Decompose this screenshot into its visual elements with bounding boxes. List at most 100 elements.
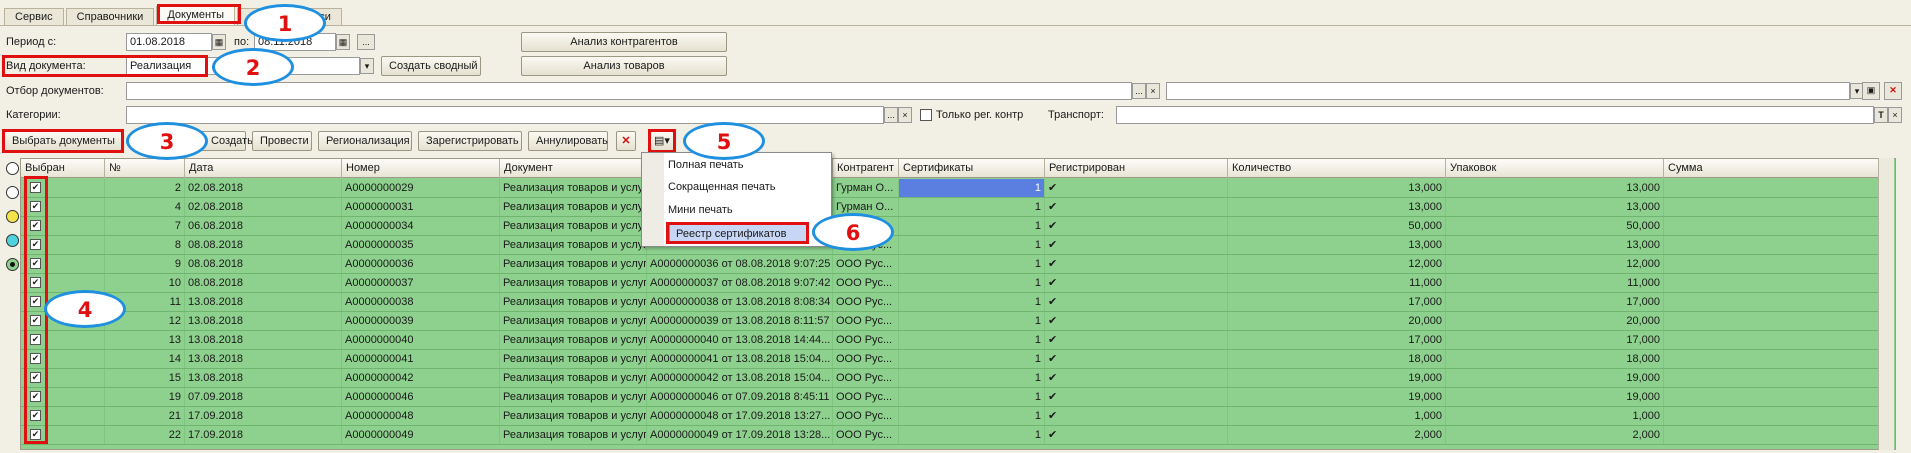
cell-sum[interactable] — [1664, 293, 1882, 311]
period-from-field[interactable]: 01.08.2018 — [126, 33, 212, 51]
row-selected-checkbox[interactable]: ✔ — [21, 350, 105, 368]
cell-doc[interactable]: Реализация товаров и услуг — [500, 217, 647, 235]
categories-field[interactable] — [126, 106, 884, 124]
checkmark-icon[interactable]: ✔ — [30, 201, 41, 212]
cell-date[interactable]: 17.09.2018 — [185, 426, 342, 444]
period-select-button[interactable]: ... — [357, 34, 375, 50]
cell-cert[interactable]: 1 — [899, 407, 1045, 425]
cell-pack[interactable]: 11,000 — [1446, 274, 1664, 292]
cell-date[interactable]: 13.08.2018 — [185, 312, 342, 330]
cell-doc[interactable]: Реализация товаров и услуг — [500, 293, 647, 311]
cell-doc[interactable]: Реализация товаров и услуг — [500, 407, 647, 425]
printer-icon[interactable]: ▤▾ — [650, 131, 674, 151]
table-row[interactable]: ✔ 13 13.08.2018 А0000000040 Реализация товар… — [21, 331, 1882, 350]
cell-contr[interactable]: ООО Рус... — [833, 388, 899, 406]
checkmark-icon[interactable]: ✔ — [30, 239, 41, 250]
cell-qty[interactable]: 50,000 — [1228, 217, 1446, 235]
cell-cert[interactable]: 1 — [899, 312, 1045, 330]
row-selected-checkbox[interactable]: ✔ — [21, 236, 105, 254]
transport-field[interactable] — [1116, 106, 1874, 124]
delete-red-icon[interactable]: ✕ — [1884, 82, 1902, 100]
cell-qty[interactable]: 11,000 — [1228, 274, 1446, 292]
cell-date[interactable]: 02.08.2018 — [185, 198, 342, 216]
radio-option[interactable] — [6, 162, 19, 175]
cell-sum[interactable] — [1664, 407, 1882, 425]
checkmark-icon[interactable]: ✔ — [30, 182, 41, 193]
cell-sum[interactable] — [1664, 274, 1882, 292]
table-row[interactable]: ✔ 7 06.08.2018 А0000000034 Реализация товаро… — [21, 217, 1882, 236]
radio-option-selected[interactable] — [6, 258, 19, 271]
table-row[interactable]: ✔ 19 07.09.2018 А0000000046 Реализация товар… — [21, 388, 1882, 407]
cell-doc2[interactable]: А0000000036 от 08.08.2018 9:07:25 — [647, 255, 833, 273]
checkmark-icon[interactable]: ✔ — [30, 277, 41, 288]
cell-n[interactable]: 2 — [105, 179, 185, 197]
cell-qty[interactable]: 13,000 — [1228, 236, 1446, 254]
cell-pack[interactable]: 13,000 — [1446, 198, 1664, 216]
cell-sum[interactable] — [1664, 179, 1882, 197]
cell-cert[interactable]: 1 — [899, 369, 1045, 387]
column-header[interactable]: Сумма — [1664, 159, 1882, 178]
cell-qty[interactable]: 18,000 — [1228, 350, 1446, 368]
cell-num[interactable]: А0000000039 — [342, 312, 500, 330]
column-header[interactable]: Выбран — [21, 159, 105, 178]
cell-doc2[interactable]: А0000000049 от 17.09.2018 13:28... — [647, 426, 833, 444]
cell-date[interactable]: 13.08.2018 — [185, 369, 342, 387]
tab-documents[interactable]: Документы — [156, 6, 236, 26]
cell-doc[interactable]: Реализация товаров и услуг — [500, 369, 647, 387]
cell-contr[interactable]: ООО Рус... — [833, 255, 899, 273]
cell-sum[interactable] — [1664, 369, 1882, 387]
cell-sum[interactable] — [1664, 312, 1882, 330]
cell-contr[interactable]: ООО Рус... — [833, 331, 899, 349]
create-summary-button[interactable]: Создать сводный — [381, 56, 481, 76]
cell-pack[interactable]: 50,000 — [1446, 217, 1664, 235]
cell-doc[interactable]: Реализация товаров и услуг — [500, 312, 647, 330]
table-row[interactable]: ✔ 11 13.08.2018 А0000000038 Реализация товар… — [21, 293, 1882, 312]
column-header[interactable]: Контрагент — [833, 159, 899, 178]
column-header[interactable]: Документ — [500, 159, 647, 178]
doc-filter-field[interactable] — [126, 82, 1132, 100]
cell-n[interactable]: 21 — [105, 407, 185, 425]
registered-cell[interactable]: ✔ — [1045, 236, 1228, 254]
cell-doc2[interactable]: А0000000042 от 13.08.2018 15:04... — [647, 369, 833, 387]
registered-cell[interactable]: ✔ — [1045, 312, 1228, 330]
cell-contr[interactable]: ООО Рус... — [833, 312, 899, 330]
cell-date[interactable]: 08.08.2018 — [185, 274, 342, 292]
cell-qty[interactable]: 12,000 — [1228, 255, 1446, 273]
cell-doc[interactable]: Реализация товаров и услуг — [500, 236, 647, 254]
cell-date[interactable]: 02.08.2018 — [185, 179, 342, 197]
cell-cert[interactable]: 1 — [899, 179, 1045, 197]
registered-cell[interactable]: ✔ — [1045, 369, 1228, 387]
row-selected-checkbox[interactable]: ✔ — [21, 217, 105, 235]
cell-n[interactable]: 19 — [105, 388, 185, 406]
chevron-down-icon[interactable]: ▾ — [360, 58, 374, 74]
cell-date[interactable]: 08.08.2018 — [185, 255, 342, 273]
table-row[interactable]: ✔ 22 17.09.2018 А0000000049 Реализация товар… — [21, 426, 1882, 445]
cell-date[interactable]: 13.08.2018 — [185, 331, 342, 349]
cell-cert[interactable]: 1 — [899, 426, 1045, 444]
cell-doc2[interactable]: А0000000048 от 17.09.2018 13:27... — [647, 407, 833, 425]
cell-sum[interactable] — [1664, 217, 1882, 235]
checkmark-icon[interactable]: ✔ — [30, 296, 41, 307]
cell-qty[interactable]: 17,000 — [1228, 293, 1446, 311]
table-row[interactable]: ✔ 10 08.08.2018 А0000000037 Реализация товар… — [21, 274, 1882, 293]
cell-doc2[interactable]: А0000000038 от 13.08.2018 8:08:34 — [647, 293, 833, 311]
close-icon[interactable]: × — [1146, 83, 1160, 99]
doc-filter-select-button[interactable]: ... — [1132, 83, 1146, 99]
cell-doc[interactable]: Реализация товаров и услуг — [500, 331, 647, 349]
post-button[interactable]: Провести — [252, 131, 312, 151]
table-row[interactable]: ✔ 9 08.08.2018 А0000000036 Реализация товаро… — [21, 255, 1882, 274]
cell-doc2[interactable]: А0000000040 от 13.08.2018 14:44... — [647, 331, 833, 349]
cell-cert[interactable]: 1 — [899, 293, 1045, 311]
cell-qty[interactable]: 19,000 — [1228, 369, 1446, 387]
calendar-icon[interactable]: ▦ — [336, 34, 350, 50]
cell-sum[interactable] — [1664, 350, 1882, 368]
registered-cell[interactable]: ✔ — [1045, 217, 1228, 235]
cell-n[interactable]: 4 — [105, 198, 185, 216]
row-selected-checkbox[interactable]: ✔ — [21, 369, 105, 387]
checkmark-icon[interactable]: ✔ — [30, 372, 41, 383]
grid-scrollbar[interactable] — [1878, 158, 1894, 450]
table-row[interactable]: ✔ 4 02.08.2018 А0000000031 Реализация товаро… — [21, 198, 1882, 217]
cell-pack[interactable]: 13,000 — [1446, 236, 1664, 254]
cell-cert[interactable]: 1 — [899, 331, 1045, 349]
cell-contr[interactable]: ООО Рус... — [833, 369, 899, 387]
